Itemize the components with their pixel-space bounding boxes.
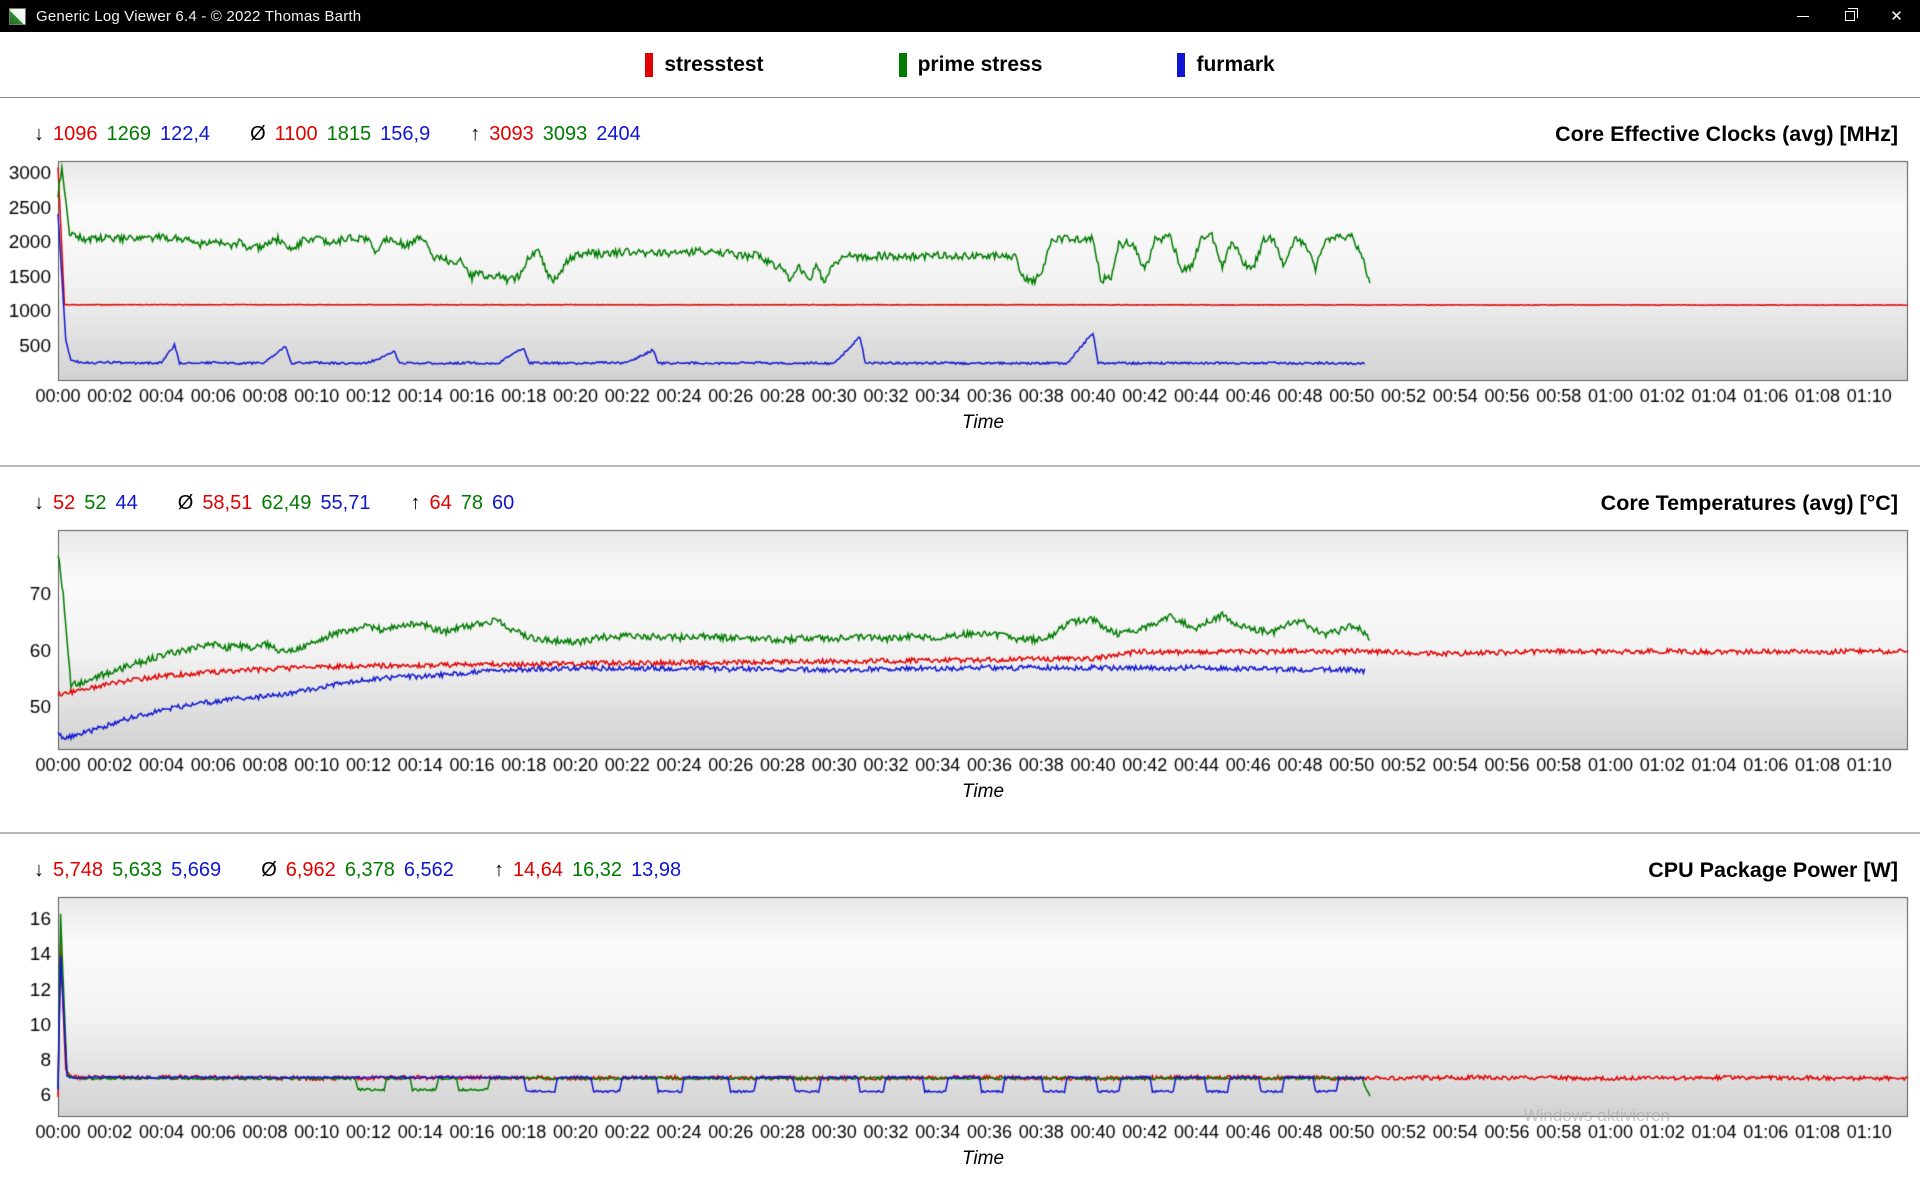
legend-label: stresstest xyxy=(664,53,763,77)
stat-group-max: ↑ 14,64 16,32 13,98 xyxy=(494,859,681,882)
chart-title: CPU Package Power [W] xyxy=(1648,858,1898,883)
close-button[interactable]: ✕ xyxy=(1873,0,1920,32)
power-chart-canvas[interactable] xyxy=(0,892,1920,1144)
stat-avg-value: 6,562 xyxy=(404,859,454,882)
section-header: ↓ 1096 1269 122,4 Ø 1100 1815 156,9 ↑ 3093 3093 240… xyxy=(0,112,1920,156)
temperatures-chart-canvas[interactable] xyxy=(0,525,1920,777)
legend-label: furmark xyxy=(1196,53,1274,77)
stat-avg-value: 1815 xyxy=(327,123,372,146)
stat-avg-value: 58,51 xyxy=(202,492,252,515)
minimize-button[interactable] xyxy=(1779,0,1826,32)
chart-stats: ↓ 52 52 44 Ø 58,51 62,49 55,71 ↑ 64 78 60 xyxy=(34,492,514,515)
window-titlebar: Generic Log Viewer 6.4 - © 2022 Thomas B… xyxy=(0,0,1920,32)
stat-max-value: 64 xyxy=(430,492,452,515)
stat-group-avg: Ø 6,962 6,378 6,562 xyxy=(261,859,454,882)
section-cpu-package-power: ↓ 5,748 5,633 5,669 Ø 6,962 6,378 6,562 ↑ 14,64 16… xyxy=(0,832,1920,1199)
min-arrow-icon: ↓ xyxy=(34,492,44,515)
stat-min-value: 52 xyxy=(53,492,75,515)
stresstest-color-mark xyxy=(645,53,653,77)
stat-min-value: 52 xyxy=(84,492,106,515)
stat-avg-value: 55,71 xyxy=(320,492,370,515)
chart-title: Core Effective Clocks (avg) [MHz] xyxy=(1555,122,1898,147)
stat-min-value: 5,669 xyxy=(171,859,221,882)
stat-group-avg: Ø 58,51 62,49 55,71 xyxy=(178,492,371,515)
stat-avg-value: 6,378 xyxy=(345,859,395,882)
clocks-chart-canvas[interactable] xyxy=(0,156,1920,408)
max-arrow-icon: ↑ xyxy=(411,492,421,515)
stat-min-value: 44 xyxy=(116,492,138,515)
x-axis-title: Time xyxy=(0,412,1920,434)
app-icon xyxy=(9,8,26,25)
max-arrow-icon: ↑ xyxy=(494,859,504,882)
maximize-button[interactable] xyxy=(1826,0,1873,32)
stat-avg-value: 6,962 xyxy=(286,859,336,882)
restore-icon xyxy=(1845,11,1855,21)
stat-group-max: ↑ 3093 3093 2404 xyxy=(470,123,641,146)
x-axis-title: Time xyxy=(0,781,1920,803)
section-header: ↓ 5,748 5,633 5,669 Ø 6,962 6,378 6,562 ↑ 14,64 16… xyxy=(0,848,1920,892)
stat-group-min: ↓ 1096 1269 122,4 xyxy=(34,123,210,146)
chart-stats: ↓ 5,748 5,633 5,669 Ø 6,962 6,378 6,562 ↑ 14,64 16… xyxy=(34,859,681,882)
section-core-effective-clocks: ↓ 1096 1269 122,4 Ø 1100 1815 156,9 ↑ 3093 3093 240… xyxy=(0,98,1920,465)
stat-max-value: 16,32 xyxy=(572,859,622,882)
stat-avg-value: 62,49 xyxy=(261,492,311,515)
legend-item-prime-stress: prime stress xyxy=(899,53,1043,77)
stat-max-value: 3093 xyxy=(489,123,534,146)
stat-min-value: 5,748 xyxy=(53,859,103,882)
window-controls: ✕ xyxy=(1779,0,1920,32)
stat-group-avg: Ø 1100 1815 156,9 xyxy=(250,123,430,146)
stat-group-min: ↓ 5,748 5,633 5,669 xyxy=(34,859,221,882)
stat-group-max: ↑ 64 78 60 xyxy=(411,492,515,515)
stat-min-value: 5,633 xyxy=(112,859,162,882)
average-icon: Ø xyxy=(250,123,266,146)
legend-label: prime stress xyxy=(918,53,1043,77)
stat-max-value: 13,98 xyxy=(631,859,681,882)
close-icon: ✕ xyxy=(1890,9,1903,24)
stat-group-min: ↓ 52 52 44 xyxy=(34,492,138,515)
section-header: ↓ 52 52 44 Ø 58,51 62,49 55,71 ↑ 64 78 60 Core Temp… xyxy=(0,481,1920,525)
max-arrow-icon: ↑ xyxy=(470,123,480,146)
x-axis-title: Time xyxy=(0,1148,1920,1170)
stat-max-value: 60 xyxy=(492,492,514,515)
stat-avg-value: 1100 xyxy=(275,123,318,146)
stat-max-value: 78 xyxy=(461,492,483,515)
average-icon: Ø xyxy=(178,492,194,515)
stat-min-value: 1269 xyxy=(107,123,152,146)
stat-max-value: 3093 xyxy=(543,123,588,146)
stat-max-value: 2404 xyxy=(596,123,641,146)
stat-avg-value: 156,9 xyxy=(380,123,430,146)
chart-stats: ↓ 1096 1269 122,4 Ø 1100 1815 156,9 ↑ 3093 3093 240… xyxy=(34,123,641,146)
min-arrow-icon: ↓ xyxy=(34,859,44,882)
stat-min-value: 1096 xyxy=(53,123,98,146)
stat-max-value: 14,64 xyxy=(513,859,563,882)
furmark-color-mark xyxy=(1177,53,1185,77)
legend-bar: stresstest prime stress furmark xyxy=(0,32,1920,98)
min-arrow-icon: ↓ xyxy=(34,123,44,146)
chart-title: Core Temperatures (avg) [°C] xyxy=(1601,491,1898,516)
legend-item-furmark: furmark xyxy=(1177,53,1274,77)
legend-item-stresstest: stresstest xyxy=(645,53,763,77)
stat-min-value: 122,4 xyxy=(160,123,210,146)
prime-stress-color-mark xyxy=(899,53,907,77)
window-title: Generic Log Viewer 6.4 - © 2022 Thomas B… xyxy=(36,8,361,25)
minimize-icon xyxy=(1797,16,1809,17)
average-icon: Ø xyxy=(261,859,277,882)
section-core-temperatures: ↓ 52 52 44 Ø 58,51 62,49 55,71 ↑ 64 78 60 Core Temp… xyxy=(0,465,1920,832)
